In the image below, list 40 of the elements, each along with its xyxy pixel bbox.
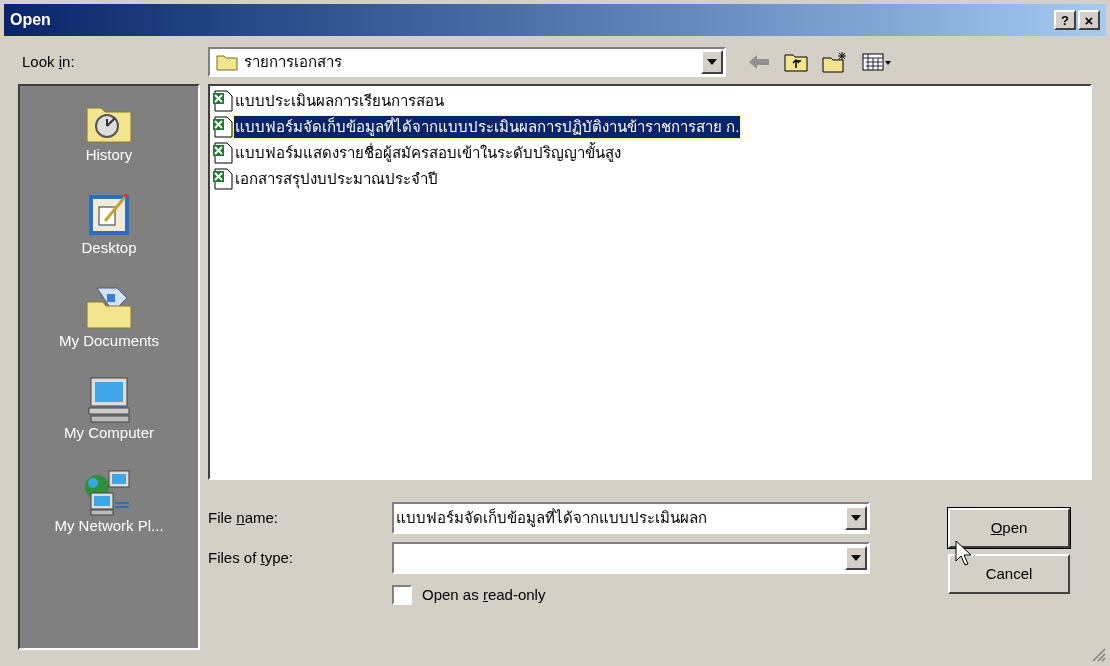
caret-icon (707, 59, 717, 65)
spreadsheet-file-icon (212, 90, 234, 112)
file-item[interactable]: แบบฟอร์มแสดงรายชื่อผู้สมัครสอบเข้าในระดับปริญญาขั้นสูง (234, 141, 622, 165)
places-item[interactable]: History (83, 98, 135, 167)
window-title: Open (10, 10, 51, 30)
places-item[interactable]: My Computer (64, 376, 154, 445)
places-item[interactable]: My Network Pl... (54, 469, 164, 538)
file-item[interactable]: เอกสารสรุปงบประมาณประจำปี (234, 167, 439, 191)
look-in-dropdown[interactable]: รายการเอกสาร (208, 47, 726, 77)
dropdown-arrow-button[interactable] (845, 546, 867, 570)
look-in-value: รายการเอกสาร (244, 51, 342, 72)
new-folder-icon[interactable] (822, 51, 848, 73)
close-button[interactable]: × (1078, 10, 1100, 30)
mouse-pointer-icon (955, 540, 973, 566)
caret-icon (851, 555, 861, 561)
file-name-label: File name: (208, 507, 280, 528)
read-only-checkbox[interactable] (392, 585, 412, 606)
files-of-type-label: Files of type: (208, 547, 295, 568)
file-item[interactable]: แบบประเมินผลการเรียนการสอน (234, 89, 445, 113)
spreadsheet-file-icon (212, 116, 234, 138)
up-folder-icon[interactable] (784, 52, 808, 72)
file-name-value: แบบฟอร์มจัดเก็บข้อมูลที่ได้จากแบบประเมินผลก (396, 507, 707, 529)
places-item[interactable]: My Documents (59, 283, 159, 353)
read-only-label: Open as read-only (422, 585, 546, 605)
file-name-field[interactable]: แบบฟอร์มจัดเก็บข้อมูลที่ได้จากแบบประเมินผลก (392, 502, 870, 534)
files-of-type-dropdown[interactable] (392, 542, 870, 574)
view-menu-icon[interactable] (862, 53, 892, 71)
cancel-button[interactable]: Cancel (948, 554, 1070, 594)
spreadsheet-file-icon (212, 168, 234, 190)
help-button[interactable]: ? (1054, 10, 1076, 30)
spreadsheet-file-icon (212, 142, 234, 164)
caret-icon (851, 515, 861, 521)
folder-icon (216, 53, 238, 71)
dropdown-arrow-button[interactable] (845, 506, 867, 530)
resize-grip-icon[interactable] (1090, 646, 1106, 662)
look-in-label: Look in: (22, 51, 76, 72)
open-button[interactable]: Open (948, 508, 1070, 548)
places-item[interactable]: Desktop (81, 190, 137, 260)
dropdown-arrow-button[interactable] (701, 50, 723, 74)
file-item[interactable]: แบบฟอร์มจัดเก็บข้อมูลที่ได้จากแบบประเมินผลการปฏิบัติงานข้าราชการสาย ก. (234, 115, 741, 139)
